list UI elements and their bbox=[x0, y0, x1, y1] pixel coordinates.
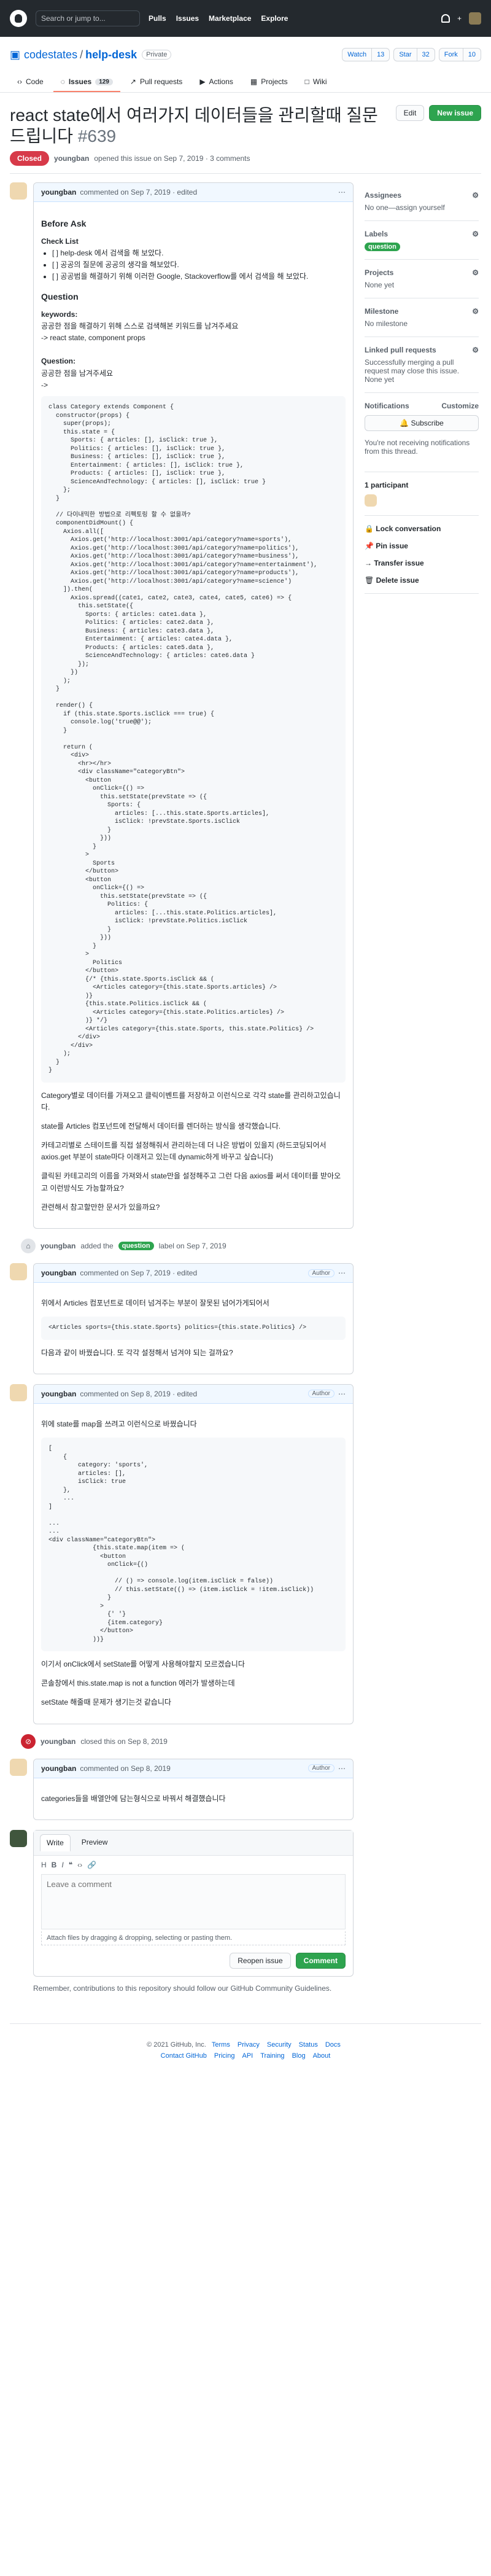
nav-marketplace[interactable]: Marketplace bbox=[209, 14, 251, 23]
book-icon: □ bbox=[304, 77, 309, 86]
avatar[interactable] bbox=[10, 1383, 27, 1401]
avatar[interactable] bbox=[10, 1758, 27, 1776]
avatar[interactable] bbox=[10, 1263, 27, 1281]
bell-icon: 🔔 bbox=[400, 419, 409, 428]
comment-textarea[interactable] bbox=[41, 1874, 346, 1929]
nav-issues[interactable]: Issues bbox=[176, 14, 199, 23]
tab-issues[interactable]: ◌ Issues 129 bbox=[53, 72, 120, 92]
status-badge: Closed bbox=[10, 151, 50, 166]
arrow-right-icon: → bbox=[365, 559, 372, 568]
gear-icon: ⚙ bbox=[472, 230, 479, 239]
comment: youngban commented on Sep 8, 2019 · edite… bbox=[10, 1383, 354, 1724]
preview-tab[interactable]: Preview bbox=[75, 1834, 114, 1851]
tab-pull-requests[interactable]: ↗ Pull requests bbox=[123, 72, 190, 92]
star-button[interactable]: Star 32 bbox=[393, 48, 435, 61]
attach-files[interactable]: Attach files by dragging & dropping, sel… bbox=[41, 1931, 346, 1945]
issue-author[interactable]: youngban bbox=[54, 154, 89, 163]
comment: youngban commented on Sep 8, 2019 Author ⋯ … bbox=[10, 1758, 354, 1820]
comment: youngban commented on Sep 7, 2019 · edite… bbox=[10, 182, 354, 1229]
edit-button[interactable]: Edit bbox=[395, 105, 425, 121]
gear-icon: ⚙ bbox=[472, 268, 479, 278]
lock-icon: 🔒 bbox=[365, 524, 374, 534]
heading-icon[interactable]: H bbox=[41, 1861, 47, 1869]
delete-issue[interactable]: 🗑 Delete issue bbox=[365, 576, 479, 585]
more-icon: ⋯ bbox=[338, 1389, 346, 1398]
search-input[interactable]: Search or jump to... bbox=[36, 10, 140, 26]
code-icon[interactable]: ‹› bbox=[77, 1861, 82, 1869]
participant-avatar[interactable] bbox=[365, 494, 377, 507]
gear-icon: ⚙ bbox=[472, 191, 479, 200]
more-icon: ⋯ bbox=[338, 1764, 346, 1773]
italic-icon[interactable]: I bbox=[61, 1861, 63, 1869]
issue-title: react state에서 여러가지 데이터들을 관리할때 질문 드립니다 #6… bbox=[10, 106, 378, 146]
new-issue-button[interactable]: New issue bbox=[429, 105, 481, 121]
notifications-bell-icon[interactable] bbox=[441, 14, 450, 23]
pin-icon: 📌 bbox=[365, 542, 374, 551]
watch-button[interactable]: Watch 13 bbox=[342, 48, 390, 61]
nav-pulls[interactable]: Pulls bbox=[149, 14, 166, 23]
user-avatar[interactable] bbox=[469, 12, 481, 25]
write-tab[interactable]: Write bbox=[40, 1834, 71, 1851]
tab-actions[interactable]: ▶ Actions bbox=[192, 72, 241, 92]
plus-icon[interactable]: + bbox=[457, 14, 462, 23]
reopen-issue-button[interactable]: Reopen issue bbox=[230, 1952, 291, 1969]
avatar[interactable] bbox=[10, 1829, 27, 1847]
top-navigation: Search or jump to... Pulls Issues Market… bbox=[0, 0, 491, 37]
repository-header: ▣ codestates / help-desk Private Watch 13… bbox=[0, 37, 491, 93]
issue-sidebar: Assignees ⚙ No one—assign yourself Labels ⚙… bbox=[365, 182, 479, 1993]
quote-icon[interactable]: ❝ bbox=[69, 1861, 72, 1869]
gear-icon: ⚙ bbox=[472, 346, 479, 355]
label-event: ⌂ youngban added the question label on Sep 7… bbox=[21, 1239, 354, 1254]
tag-icon: ⌂ bbox=[21, 1239, 36, 1254]
guidelines-note: Remember, contributions to this reposito… bbox=[33, 1983, 332, 1993]
footer: © 2021 GitHub, Inc. Terms Privacy Security… bbox=[10, 2023, 481, 2071]
comment: youngban commented on Sep 7, 2019 · edite… bbox=[10, 1263, 354, 1374]
github-logo-icon[interactable] bbox=[10, 10, 27, 27]
play-icon: ▶ bbox=[199, 77, 206, 86]
trash-icon: 🗑 bbox=[365, 576, 374, 585]
tab-wiki[interactable]: □ Wiki bbox=[298, 72, 334, 92]
closed-icon: ⊘ bbox=[21, 1734, 36, 1749]
link-icon[interactable]: 🔗 bbox=[87, 1861, 96, 1869]
nav-explore[interactable]: Explore bbox=[261, 14, 288, 23]
comment-form: WritePreview HBI ❝ ‹› 🔗 Attach files by dra… bbox=[10, 1829, 354, 1977]
transfer-issue[interactable]: → Transfer issue bbox=[365, 559, 479, 567]
more-icon: ⋯ bbox=[338, 1269, 346, 1278]
tab-code[interactable]: ‹› Code bbox=[10, 72, 51, 92]
code-block: class Category extends Component { const… bbox=[41, 396, 346, 1083]
avatar[interactable] bbox=[10, 182, 27, 200]
private-badge: Private bbox=[142, 50, 172, 60]
repo-icon: ▣ bbox=[10, 48, 21, 61]
comment-button[interactable]: Comment bbox=[295, 1952, 346, 1969]
more-icon: ⋯ bbox=[338, 188, 346, 197]
subscribe-button[interactable]: 🔔 Subscribe bbox=[365, 415, 479, 432]
repo-name[interactable]: help-desk bbox=[85, 49, 137, 61]
lock-conversation[interactable]: 🔒 Lock conversation bbox=[365, 524, 479, 533]
close-event: ⊘ youngban closed this on Sep 8, 2019 bbox=[21, 1734, 354, 1749]
repo-owner[interactable]: codestates bbox=[24, 49, 77, 61]
pull-request-icon: ↗ bbox=[130, 77, 136, 86]
pin-issue[interactable]: 📌 Pin issue bbox=[365, 542, 479, 550]
gear-icon: ⚙ bbox=[472, 307, 479, 316]
bold-icon[interactable]: B bbox=[52, 1861, 57, 1869]
issue-icon: ◌ bbox=[60, 77, 65, 86]
fork-button[interactable]: Fork 10 bbox=[438, 48, 481, 61]
project-icon: ▦ bbox=[250, 77, 258, 86]
code-icon: ‹› bbox=[17, 77, 22, 86]
tab-projects[interactable]: ▦ Projects bbox=[243, 72, 295, 92]
